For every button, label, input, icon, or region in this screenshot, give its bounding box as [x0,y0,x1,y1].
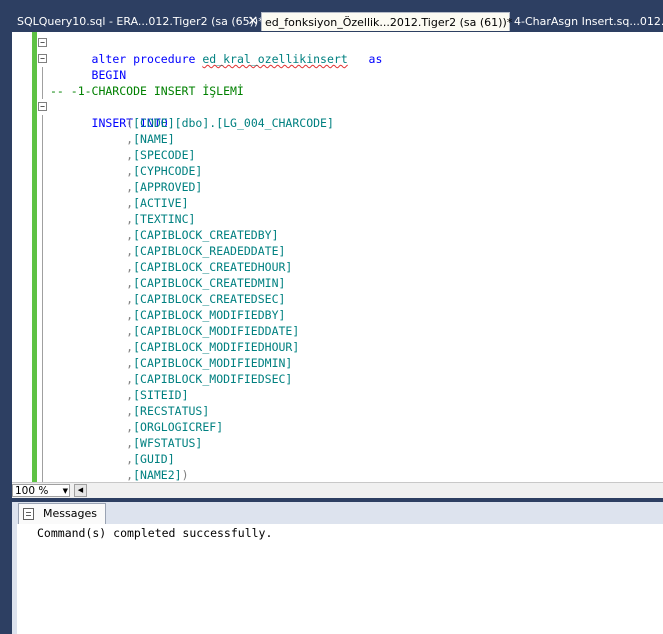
code-line: ,[ACTIVE] [42,195,382,211]
chevron-down-icon[interactable]: ▼ [63,485,68,498]
column-name: [CAPIBLOCK_MODIFIEDBY] [133,308,286,322]
close-tab-icon[interactable]: ✕ [245,12,261,31]
column-name: [CAPIBLOCK_READEDDATE] [133,244,286,258]
column-name: [CAPIBLOCK_MODIFIEDSEC] [133,372,293,386]
column-name: [RECSTATUS] [133,404,210,418]
column-name: [CAPIBLOCK_CREATEDBY] [133,228,279,242]
column-name: [SITEID] [133,388,189,402]
code-line: ,[CAPIBLOCK_MODIFIEDHOUR] [42,339,382,355]
code-line: -- -1-CHARCODE INSERT İŞLEMİ [42,83,382,99]
zoom-value: 100 % [15,485,49,497]
column-name: [CAPIBLOCK_CREATEDSEC] [133,292,286,306]
left-dock-strip [0,32,12,634]
code-line: ,[WFSTATUS] [42,435,382,451]
column-name: [CAPIBLOCK_CREATEDMIN] [133,276,286,290]
editor-status-bar: 100 % ▼ ◀ [12,482,663,499]
collapse-icon[interactable]: − [38,102,47,111]
code-line: ,[CAPIBLOCK_CREATEDSEC] [42,291,382,307]
punctuation: ) [181,468,189,482]
document-tab-strip: SQLQuery10.sql - ERA...012.Tiger2 (sa (6… [0,0,663,32]
code-line: ,[NAME2]) [42,467,382,482]
code-line: ,[CAPIBLOCK_MODIFIEDSEC] [42,371,382,387]
column-name: [ACTIVE] [133,196,189,210]
code-line: − alter procedure ed_kral_ozellikinsert a… [38,35,382,66]
scroll-left-icon[interactable]: ◀ [74,484,87,497]
code-line: ,[CYPHCODE] [42,163,382,179]
messages-panel[interactable]: Command(s) completed successfully. [17,524,663,634]
column-name: [CAPIBLOCK_MODIFIEDDATE] [133,324,300,338]
messages-tab-label: Messages [43,507,97,520]
code-line: ,[GUID] [42,451,382,467]
column-name: [ORGLOGICREF] [133,420,224,434]
code-line: ,[CAPIBLOCK_MODIFIEDMIN] [42,355,382,371]
column-name: [CODE] [133,116,175,130]
code-line: ,[ORGLOGICREF] [42,419,382,435]
collapse-icon[interactable]: − [38,38,47,47]
column-name: [WFSTATUS] [133,436,203,450]
tab-messages[interactable]: Messages [18,503,106,524]
code-line: ,[CAPIBLOCK_READEDDATE] [42,243,382,259]
code-area[interactable]: − alter procedure ed_kral_ozellikinsert a… [38,35,382,482]
tab-ed-fonksiyon[interactable]: ed_fonksiyon_Özellik...2012.Tiger2 (sa (… [261,12,512,31]
column-name: [GUID] [133,452,175,466]
code-line: ,[CAPIBLOCK_MODIFIEDDATE] [42,323,382,339]
code-line: ,[RECSTATUS] [42,403,382,419]
column-name: [CYPHCODE] [133,164,203,178]
column-name: [TEXTINC] [133,212,196,226]
column-name: [CAPIBLOCK_MODIFIEDMIN] [133,356,293,370]
code-line: ,[CAPIBLOCK_MODIFIEDBY] [42,307,382,323]
code-line: − BEGIN [38,51,382,82]
column-name: [NAME2] [133,468,182,482]
code-comment: -- -1-CHARCODE INSERT İŞLEMİ [50,84,244,98]
change-tracking-bar [32,32,37,482]
zoom-select[interactable]: 100 % ▼ [12,484,70,497]
column-name: [NAME] [133,132,175,146]
code-line: ,[CAPIBLOCK_CREATEDBY] [42,227,382,243]
column-name: [CAPIBLOCK_MODIFIEDHOUR] [133,340,300,354]
code-line: ,[SITEID] [42,387,382,403]
tab-sqlquery10[interactable]: SQLQuery10.sql - ERA...012.Tiger2 (sa (6… [14,12,264,31]
query-editor[interactable]: − alter procedure ed_kral_ozellikinsert a… [12,32,663,482]
code-line: ,[SPECODE] [42,147,382,163]
code-line: − INSERT INTO [dbo].[LG_004_CHARCODE] [38,99,382,130]
tab-4-charasgn-insert[interactable]: 4-CharAsgn Insert.sq...012.Tiger2 (sa (6… [511,12,663,31]
results-tab-strip: Messages [12,502,663,525]
code-line: ,[TEXTINC] [42,211,382,227]
code-line: ([CODE] [42,115,382,131]
code-line: ,[CAPIBLOCK_CREATEDMIN] [42,275,382,291]
messages-text: Command(s) completed successfully. [37,526,273,540]
code-line: ,[NAME] [42,131,382,147]
code-line: ,[APPROVED] [42,179,382,195]
code-line [42,67,382,83]
column-name: [SPECODE] [133,148,196,162]
messages-icon [23,508,34,520]
column-name: [APPROVED] [133,180,203,194]
collapse-icon[interactable]: − [38,54,47,63]
column-name: [CAPIBLOCK_CREATEDHOUR] [133,260,293,274]
code-line: ,[CAPIBLOCK_CREATEDHOUR] [42,259,382,275]
selection-margin[interactable] [12,32,33,482]
